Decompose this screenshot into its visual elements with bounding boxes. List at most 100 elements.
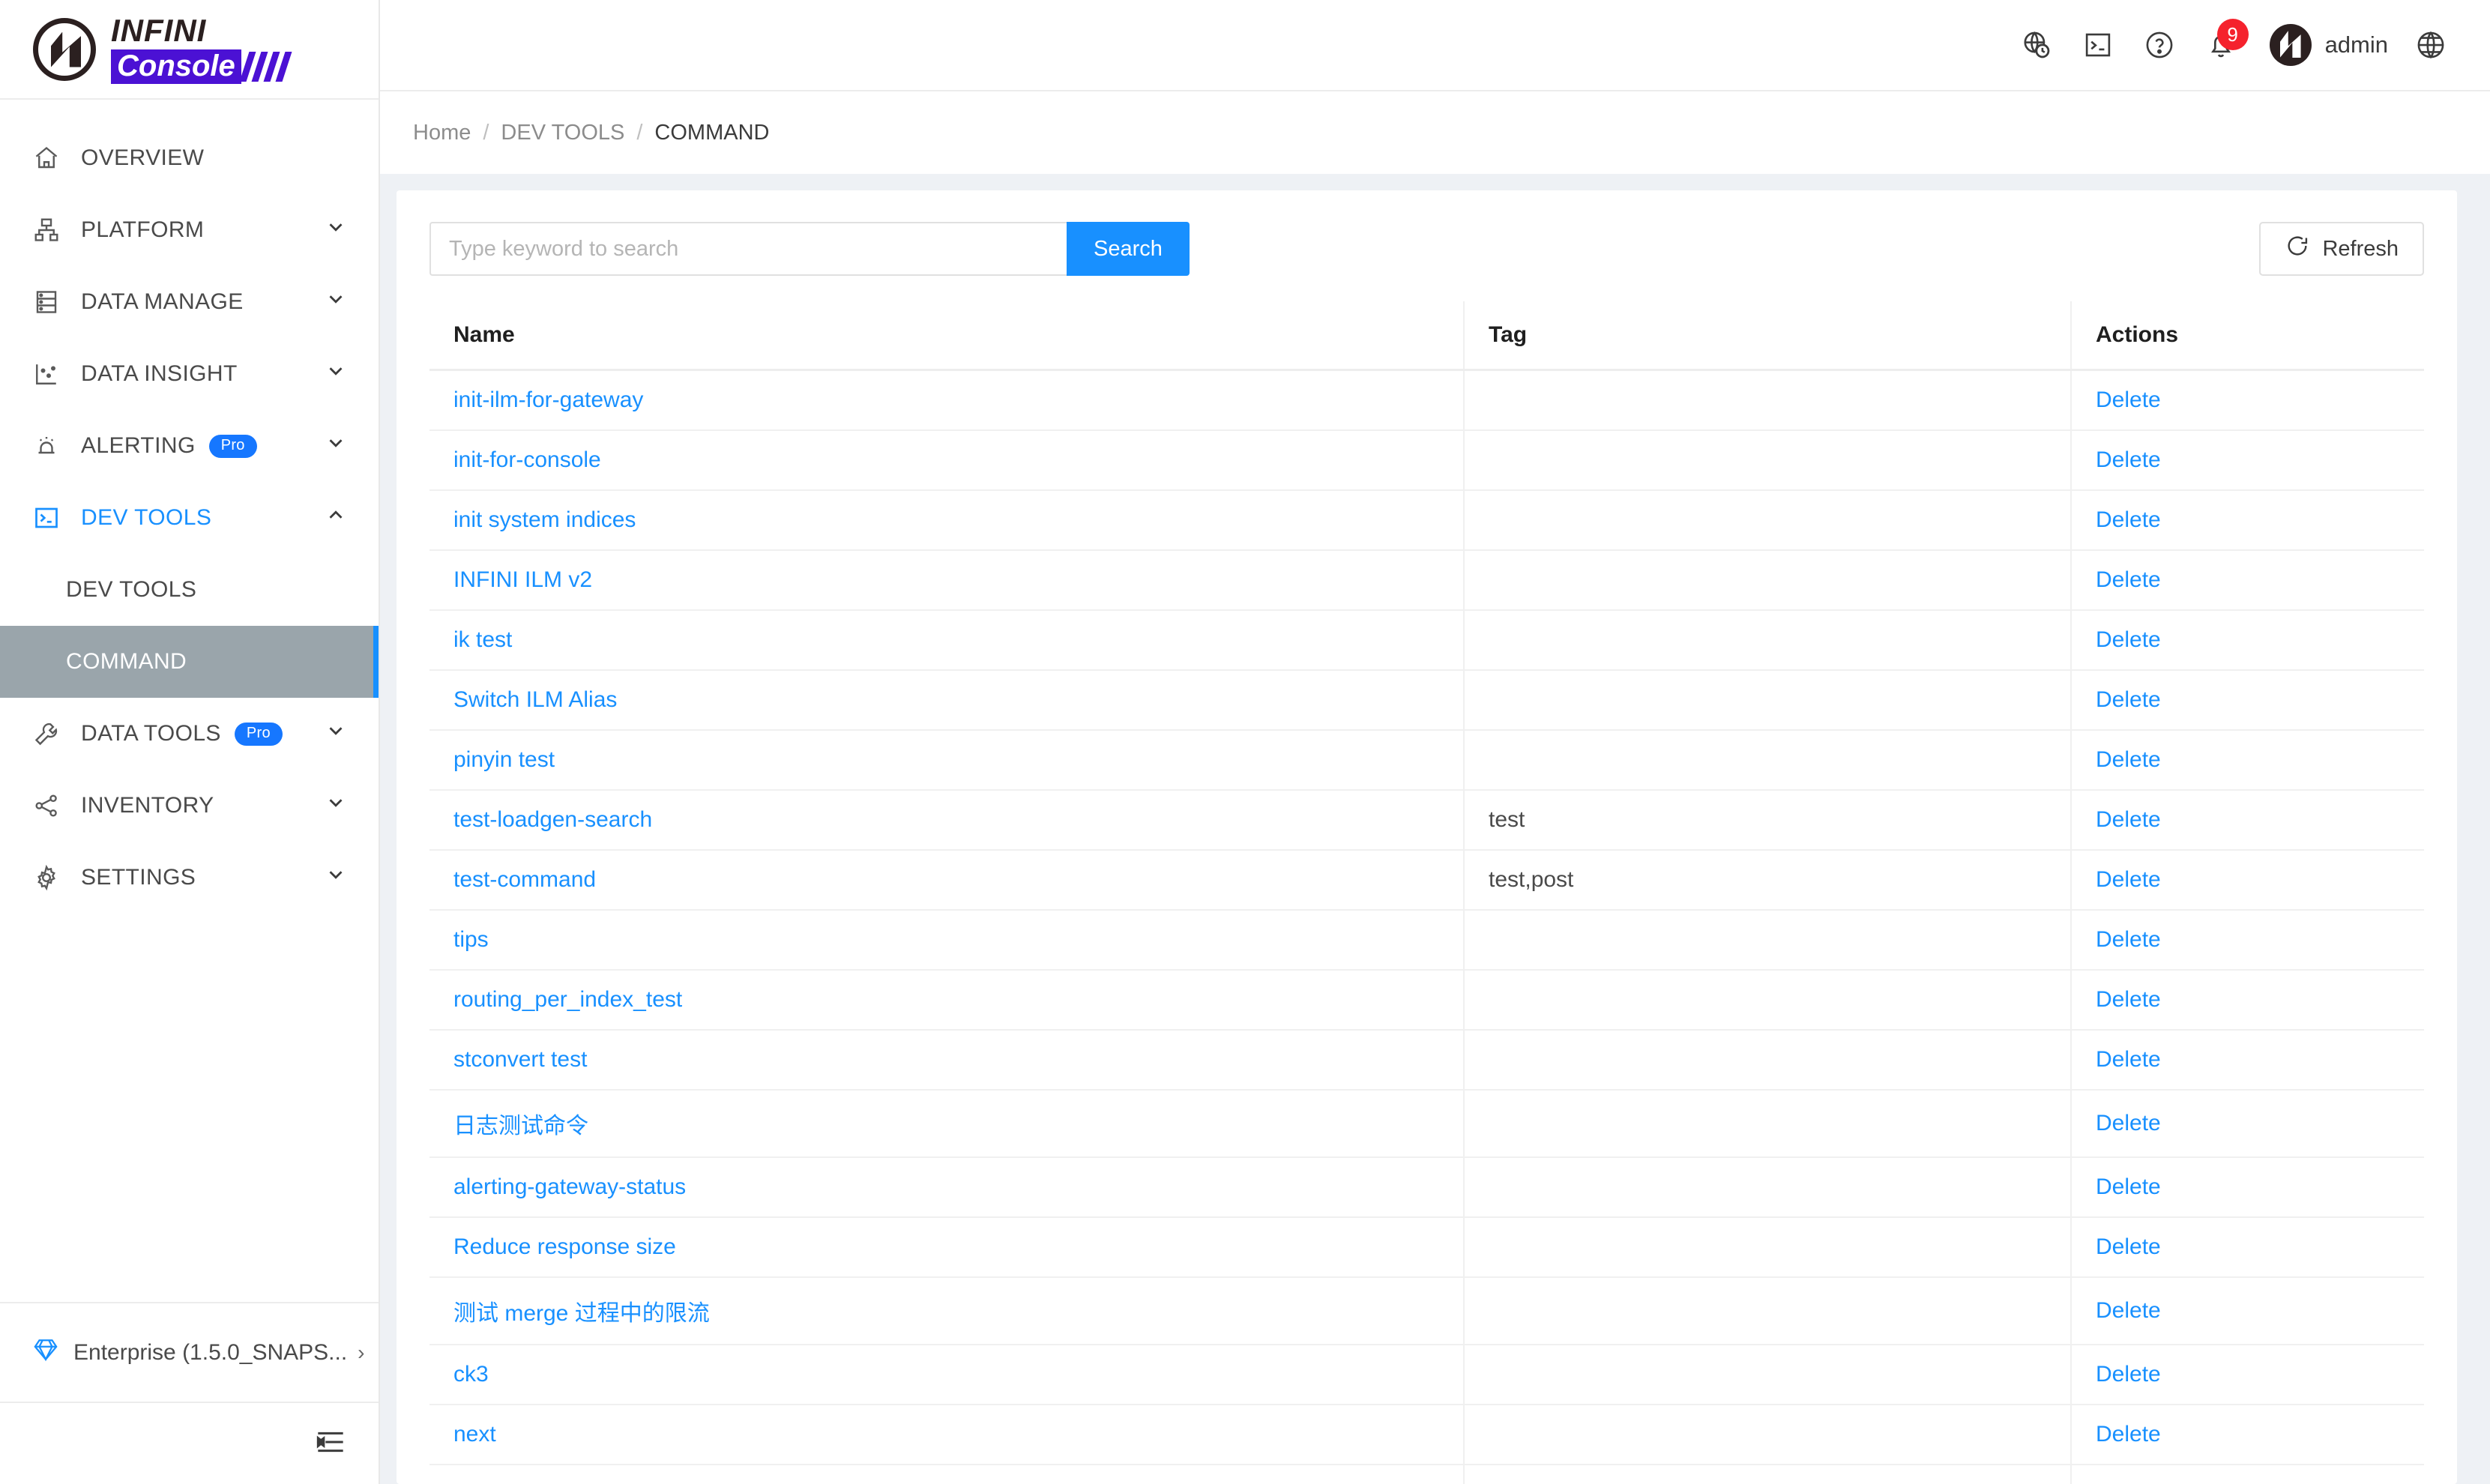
chevron-down-icon: [325, 432, 347, 460]
column-header-tag: Tag: [1464, 301, 2072, 372]
command-name-link[interactable]: tips: [453, 927, 489, 952]
command-name-link[interactable]: test-command: [453, 867, 596, 892]
sidebar-item-label: PLATFORM: [81, 217, 205, 242]
cell-name: ik test: [429, 610, 1465, 672]
cell-actions: Delete: [2071, 490, 2424, 552]
command-name-link[interactable]: pinyin test: [453, 747, 555, 772]
cell-actions: Delete: [2071, 1345, 2424, 1406]
sidebar-subitem-command[interactable]: COMMAND: [0, 626, 379, 698]
delete-button[interactable]: Delete: [2096, 927, 2161, 952]
delete-button[interactable]: Delete: [2096, 567, 2161, 592]
cell-actions: Delete: [2071, 850, 2424, 911]
command-name-link[interactable]: 日志测试命令: [453, 1114, 588, 1138]
cell-actions: Delete: [2071, 910, 2424, 971]
sidebar-item-inventory[interactable]: INVENTORY: [0, 770, 379, 842]
command-name-link[interactable]: 测试 merge 过程中的限流: [453, 1301, 710, 1326]
chevron-right-icon: ›: [358, 1340, 365, 1364]
command-name-link[interactable]: Reduce response size: [453, 1234, 676, 1259]
table-row: tips Delete: [429, 910, 2424, 971]
cell-name: ck3: [429, 1345, 1465, 1406]
sidebar-subitem-dev-tools[interactable]: DEV TOOLS: [0, 554, 379, 626]
home-icon: [33, 145, 64, 172]
delete-button[interactable]: Delete: [2096, 1234, 2161, 1259]
collapse-sidebar-icon[interactable]: [316, 1427, 346, 1461]
delete-button[interactable]: Delete: [2096, 1422, 2161, 1447]
cell-tag: [1464, 1217, 2072, 1279]
delete-button[interactable]: Delete: [2096, 807, 2161, 832]
chevron-down-icon: [325, 863, 347, 892]
wrench-icon: [33, 720, 64, 747]
delete-button[interactable]: Delete: [2096, 987, 2161, 1012]
gear-icon: [33, 864, 64, 891]
delete-button[interactable]: Delete: [2096, 747, 2161, 772]
table-body: init-ilm-for-gateway Delete init-for-conso…: [429, 370, 2424, 1484]
cell-actions: Delete: [2071, 730, 2424, 791]
delete-button[interactable]: Delete: [2096, 1298, 2161, 1323]
table-row: routing_per_index_test Delete: [429, 970, 2424, 1031]
cell-tag: [1464, 1277, 2072, 1346]
delete-button[interactable]: Delete: [2096, 1174, 2161, 1199]
cell-name: stconvert test: [429, 1030, 1465, 1091]
command-name-link[interactable]: ik test: [453, 627, 512, 652]
sidebar-nav: OVERVIEW PLATFORM DATA MANAGE DATA INSIG…: [0, 100, 379, 1302]
delete-button[interactable]: Delete: [2096, 1362, 2161, 1387]
cell-tag: test: [1464, 790, 2072, 851]
delete-button[interactable]: Delete: [2096, 627, 2161, 652]
sidebar-item-data-manage[interactable]: DATA MANAGE: [0, 266, 379, 338]
command-name-link[interactable]: next: [453, 1422, 496, 1447]
command-name-link[interactable]: ck3: [453, 1362, 489, 1387]
breadcrumb-home[interactable]: Home: [413, 121, 471, 145]
table-row: Switch ILM Alias Delete: [429, 670, 2424, 732]
delete-button[interactable]: Delete: [2096, 507, 2161, 532]
sidebar-item-alerting[interactable]: ALERTING Pro: [0, 410, 379, 482]
command-name-link[interactable]: stconvert test: [453, 1047, 587, 1072]
chevron-down-icon: [325, 360, 347, 388]
sidebar-item-platform[interactable]: PLATFORM: [0, 194, 379, 266]
delete-button[interactable]: Delete: [2096, 867, 2161, 892]
sidebar-item-data-insight[interactable]: DATA INSIGHT: [0, 338, 379, 410]
help-circle-icon[interactable]: [2130, 16, 2189, 74]
command-name-link[interactable]: Switch ILM Alias: [453, 687, 617, 712]
sidebar-item-dev-tools[interactable]: DEV TOOLS: [0, 482, 379, 554]
command-name-link[interactable]: init-ilm-for-gateway: [453, 387, 643, 412]
table-row: Reduce response size Delete: [429, 1217, 2424, 1279]
bell-icon[interactable]: 9: [2192, 16, 2250, 74]
license-info[interactable]: Enterprise (1.5.0_SNAPS... ›: [0, 1302, 379, 1402]
sidebar-item-overview[interactable]: OVERVIEW: [0, 122, 379, 194]
command-name-link[interactable]: alerting-gateway-status: [453, 1174, 686, 1199]
table-row: 日志测试命令 Delete: [429, 1090, 2424, 1159]
table-row: INFINI ILM v2 Delete: [429, 550, 2424, 612]
chevron-up-icon: [325, 504, 347, 532]
cell-name: alerting-gateway-status: [429, 1157, 1465, 1219]
search-input[interactable]: [429, 222, 1067, 277]
cell-tag: [1464, 1465, 2072, 1484]
user-menu[interactable]: admin: [2269, 24, 2388, 67]
terminal-icon[interactable]: [2069, 16, 2127, 74]
command-name-link[interactable]: test-loadgen-search: [453, 807, 652, 832]
chart-icon: [33, 361, 64, 387]
sidebar-item-data-tools[interactable]: DATA TOOLS Pro: [0, 698, 379, 770]
command-name-link[interactable]: INFINI ILM v2: [453, 567, 592, 592]
refresh-icon: [2285, 233, 2310, 265]
sidebar-item-label: INVENTORY: [81, 793, 214, 818]
delete-button[interactable]: Delete: [2096, 447, 2161, 472]
breadcrumb-dev-tools[interactable]: DEV TOOLS: [501, 121, 624, 145]
command-name-link[interactable]: routing_per_index_test: [453, 987, 682, 1012]
search-button[interactable]: Search: [1067, 222, 1190, 277]
sidebar-item-settings[interactable]: SETTINGS: [0, 842, 379, 914]
sidebar-item-label: OVERVIEW: [81, 145, 205, 170]
app-logo[interactable]: INFINI Console: [0, 0, 379, 100]
delete-button[interactable]: Delete: [2096, 387, 2161, 412]
delete-button[interactable]: Delete: [2096, 1111, 2161, 1135]
globe-clock-icon[interactable]: [2007, 16, 2066, 74]
globe-icon[interactable]: [2402, 16, 2460, 74]
delete-button[interactable]: Delete: [2096, 1047, 2161, 1072]
command-name-link[interactable]: init-for-console: [453, 447, 601, 472]
table-row: 测试 merge 过程中的限流 Delete: [429, 1277, 2424, 1346]
command-name-link[interactable]: init system indices: [453, 507, 636, 532]
list-toolbar: Search Refresh: [429, 219, 2424, 279]
pro-badge: Pro: [234, 722, 283, 746]
table-row: test-command test,post Delete: [429, 850, 2424, 911]
delete-button[interactable]: Delete: [2096, 687, 2161, 712]
refresh-button[interactable]: Refresh: [2259, 222, 2424, 277]
